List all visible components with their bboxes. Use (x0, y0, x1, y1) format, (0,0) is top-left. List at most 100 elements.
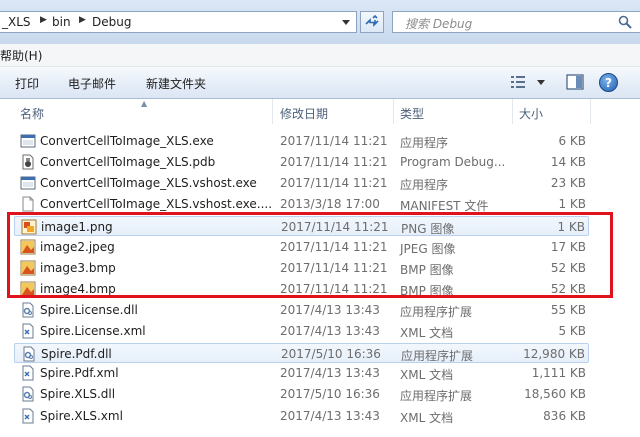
file-date: 2017/4/13 13:43 (280, 409, 380, 423)
file-row[interactable]: Spire.XLS.dll 2017/5/10 16:36 应用程序扩展 18,560… (14, 384, 589, 404)
new-folder-button[interactable]: 新建文件夹 (146, 75, 206, 92)
refresh-icon (365, 15, 379, 27)
exe-icon (20, 175, 36, 191)
help-icon[interactable]: ? (599, 73, 618, 92)
file-name: image3.bmp (40, 261, 116, 275)
column-type[interactable]: 类型 (400, 105, 424, 122)
column-divider[interactable] (512, 99, 513, 124)
file-row[interactable]: Spire.XLS.xml 2017/4/13 13:43 XML 文档 836 KB (14, 406, 589, 426)
file-type: 应用程序扩展 (401, 349, 474, 363)
file-name: Spire.License.xml (40, 324, 146, 338)
search-icon[interactable] (618, 15, 632, 29)
dll-icon (20, 302, 36, 318)
breadcrumb-separator-icon[interactable]: ▶ (40, 15, 47, 25)
file-type: 应用程序扩展 (400, 305, 473, 319)
file-name: image1.png (41, 220, 113, 234)
dll-icon (21, 346, 37, 362)
breadcrumb-xls[interactable]: _XLS (2, 15, 31, 29)
file-row[interactable]: image1.png 2017/11/14 11:21 PNG 图像 1 KB (14, 216, 589, 236)
column-size[interactable]: 大小 (519, 105, 543, 122)
refresh-button[interactable] (360, 11, 384, 33)
print-button[interactable]: 打印 (15, 75, 39, 92)
file-size: 55 KB (550, 303, 586, 317)
breadcrumb-bin[interactable]: bin (52, 15, 71, 29)
file-name: ConvertCellToImage_XLS.exe (40, 134, 214, 148)
file-row[interactable]: Spire.License.xml 2017/4/13 13:43 XML 文档 5 … (14, 321, 589, 341)
file-date: 2017/11/14 11:21 (280, 282, 388, 296)
email-button[interactable]: 电子邮件 (68, 75, 116, 92)
xml-icon (20, 323, 36, 339)
file-type: PNG 图像 (401, 222, 455, 236)
column-divider[interactable] (393, 99, 394, 124)
command-bar: 打印 电子邮件 新建文件夹 ? (0, 67, 640, 99)
file-date: 2017/11/14 11:21 (281, 220, 389, 234)
file-size: 6 KB (558, 134, 586, 148)
file-date: 2017/11/14 11:21 (280, 134, 388, 148)
search-input[interactable]: 搜索 Debug (392, 11, 640, 33)
file-type: BMP 图像 (400, 263, 454, 277)
file-date: 2017/5/10 16:36 (281, 347, 381, 361)
address-bar[interactable]: _XLS ▶ bin ▶ Debug (0, 11, 357, 33)
file-size: 23 KB (550, 176, 586, 190)
file-row[interactable]: image3.bmp 2017/11/14 11:21 BMP 图像 52 KB (14, 258, 589, 278)
image-icon (20, 239, 36, 255)
column-name[interactable]: 名称 (20, 105, 44, 122)
file-type: JPEG 图像 (400, 242, 456, 256)
file-date: 2017/11/14 11:21 (280, 261, 388, 275)
file-size: 836 KB (543, 409, 586, 423)
view-dropdown-icon[interactable] (537, 80, 545, 85)
breadcrumb-separator-icon[interactable]: ▶ (79, 15, 86, 25)
file-size: 52 KB (550, 261, 586, 275)
file-date: 2017/4/13 13:43 (280, 303, 380, 317)
exe-icon (20, 133, 36, 149)
file-row[interactable]: ConvertCellToImage_XLS.exe 2017/11/14 11:… (14, 131, 589, 151)
file-row[interactable]: image2.jpeg 2017/11/14 11:21 JPEG 图像 17 KB (14, 237, 589, 257)
png-icon (21, 219, 37, 235)
file-type: 应用程序 (400, 136, 449, 150)
file-name: ConvertCellToImage_XLS.pdb (40, 155, 216, 169)
file-row[interactable]: Spire.License.dll 2017/4/13 13:43 应用程序扩展 55… (14, 300, 589, 320)
preview-pane-icon[interactable] (566, 74, 584, 90)
file-name: Spire.Pdf.dll (41, 347, 112, 361)
file-type: XML 文档 (400, 326, 454, 340)
file-row[interactable]: ConvertCellToImage_XLS.vshost.exe 2017/11… (14, 173, 589, 193)
menu-help[interactable]: 帮助(H) (0, 47, 42, 64)
menu-bar: 帮助(H) (0, 44, 640, 67)
file-date: 2017/11/14 11:21 (280, 240, 388, 254)
file-row[interactable]: ConvertCellToImage_XLS.vshost.exe.... 201… (14, 194, 589, 214)
column-modified[interactable]: 修改日期 (280, 105, 328, 122)
file-name: Spire.Pdf.xml (40, 366, 119, 380)
search-placeholder: 搜索 Debug (405, 17, 473, 31)
view-options-icon[interactable] (510, 75, 526, 89)
file-type: XML 文档 (400, 411, 454, 425)
xml-icon (20, 365, 36, 381)
file-type: 应用程序扩展 (400, 389, 473, 403)
file-date: 2013/3/18 17:00 (280, 197, 380, 211)
column-divider[interactable] (272, 99, 273, 124)
file-name: Spire.XLS.dll (40, 387, 116, 401)
file-size: 1 KB (557, 220, 585, 234)
address-dropdown-icon[interactable] (342, 20, 350, 25)
file-row[interactable]: Spire.Pdf.xml 2017/4/13 13:43 XML 文档 1,111 … (14, 363, 589, 383)
column-headers: ▲ 名称 修改日期 类型 大小 (0, 99, 640, 124)
file-type: XML 文档 (400, 368, 454, 382)
image-icon (20, 281, 36, 297)
file-name: ConvertCellToImage_XLS.vshost.exe (40, 176, 257, 190)
file-type: Program Debug... (400, 155, 506, 169)
sort-indicator-icon: ▲ (141, 99, 148, 108)
file-size: 14 KB (550, 155, 586, 169)
breadcrumb-debug[interactable]: Debug (92, 15, 131, 29)
file-icon (20, 196, 36, 212)
file-type: 应用程序 (400, 178, 449, 192)
file-size: 1 KB (558, 197, 586, 211)
file-date: 2017/11/14 11:21 (280, 155, 388, 169)
pdb-icon (20, 154, 36, 170)
file-size: 1,111 KB (531, 366, 586, 380)
column-divider[interactable] (590, 99, 591, 124)
file-row[interactable]: Spire.Pdf.dll 2017/5/10 16:36 应用程序扩展 12,980… (14, 343, 589, 363)
file-type: MANIFEST 文件 (400, 199, 489, 213)
file-date: 2017/4/13 13:43 (280, 366, 380, 380)
file-size: 18,560 KB (524, 387, 586, 401)
file-row[interactable]: ConvertCellToImage_XLS.pdb 2017/11/14 11:… (14, 152, 589, 172)
file-row[interactable]: image4.bmp 2017/11/14 11:21 BMP 图像 52 KB (14, 279, 589, 299)
